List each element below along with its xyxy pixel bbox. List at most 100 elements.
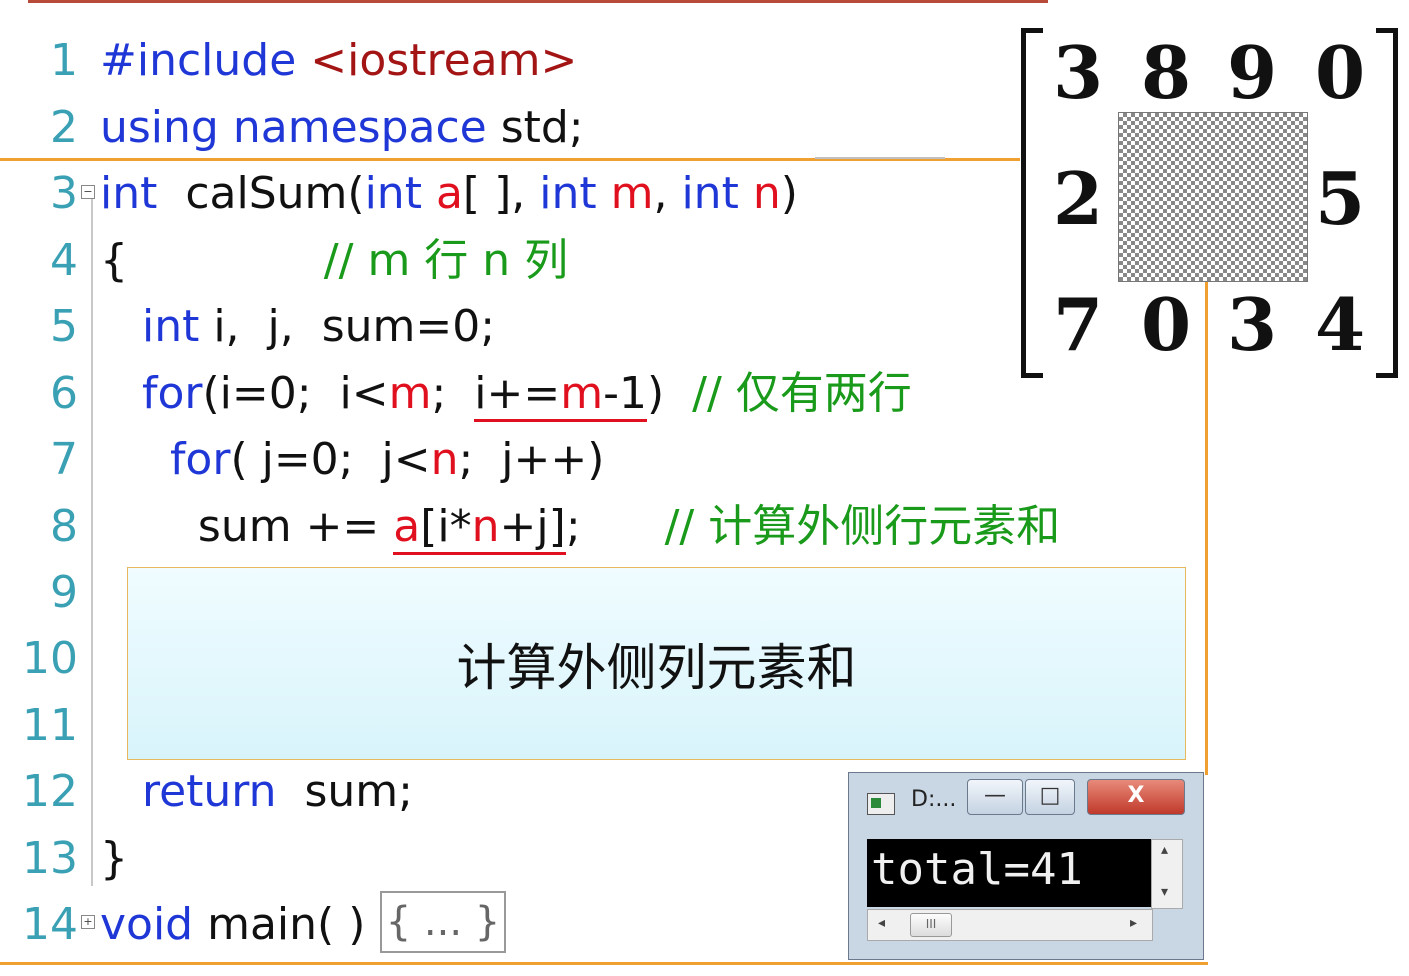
code-token: m — [610, 168, 654, 219]
close-button[interactable]: X — [1087, 779, 1185, 815]
scroll-right-icon[interactable]: ▸ — [1130, 915, 1137, 931]
minimize-button[interactable]: — — [967, 779, 1023, 815]
code-token: namespace — [232, 102, 487, 153]
function-frame-right-lower — [1205, 375, 1208, 775]
code-token: int — [141, 301, 200, 352]
code-text: } — [100, 826, 128, 892]
line-number: 12 — [22, 766, 78, 817]
code-token: n — [430, 434, 459, 485]
matrix-cell: 7 — [1052, 282, 1104, 367]
code-text: using namespace std; — [100, 95, 584, 161]
console-window[interactable]: D:... — □ X total=41 ▴ ▾ ◂ III ▸ — [848, 772, 1204, 960]
code-text: return sum; — [100, 759, 413, 825]
vertical-scrollbar[interactable]: ▴ ▾ — [1151, 839, 1183, 909]
matrix-cell: 5 — [1314, 156, 1366, 241]
code-token: ; — [565, 501, 665, 552]
scroll-thumb[interactable]: III — [910, 913, 952, 937]
code-token: , — [653, 168, 682, 219]
line-number: 1 — [50, 35, 78, 86]
code-token: calSum( — [157, 168, 365, 219]
console-titlebar[interactable]: D:... — □ X — [849, 773, 1203, 825]
code-token: (i=0; i< — [202, 368, 389, 419]
code-token: i+= — [474, 368, 561, 422]
fold-guide-line — [91, 196, 93, 886]
code-token: [ ], — [462, 168, 540, 219]
matrix-cell: 8 — [1140, 30, 1192, 115]
code-text: { // m 行 n 列 — [100, 228, 568, 294]
line-number: 10 — [22, 633, 78, 684]
code-token: m — [388, 368, 432, 419]
code-token: sum += — [100, 501, 394, 552]
code-token: using — [100, 102, 219, 153]
code-token: std; — [486, 102, 584, 153]
code-token: { — [100, 235, 128, 286]
matrix-cell: 0 — [1314, 30, 1366, 115]
code-text: int calSum(int a[ ], int m, int n) — [100, 161, 798, 227]
code-token: a — [393, 501, 421, 555]
function-frame-bottom — [0, 962, 1208, 965]
line-number: 11 — [22, 700, 78, 751]
line-number: 4 — [50, 235, 78, 286]
line-number: 13 — [22, 833, 78, 884]
code-token: ) — [780, 168, 798, 219]
line-number: 14 — [22, 899, 78, 950]
line-number: 3 — [50, 168, 78, 219]
code-token: main( ) — [193, 899, 366, 950]
code-token: // 计算外侧行元素和 — [664, 501, 1061, 552]
code-token: // m 行 n 列 — [128, 235, 569, 286]
code-token: int — [539, 168, 597, 219]
code-token: for — [169, 434, 231, 485]
scroll-left-icon[interactable]: ◂ — [878, 915, 885, 931]
matrix-cell: 3 — [1226, 282, 1278, 367]
line-number: 9 — [50, 567, 78, 618]
collapse-icon[interactable]: − — [81, 185, 95, 199]
code-token: } — [100, 833, 128, 884]
collapsed-function-body[interactable]: { ... } — [380, 891, 506, 953]
line-number: 6 — [50, 368, 78, 419]
console-app-icon — [867, 793, 895, 815]
scroll-up-icon[interactable]: ▴ — [1161, 842, 1168, 858]
code-token: ) — [647, 368, 693, 419]
scroll-down-icon[interactable]: ▾ — [1161, 884, 1168, 900]
console-output: total=41 — [867, 839, 1153, 907]
code-text: for(i=0; i<m; i+=m-1) // 仅有两行 — [100, 361, 912, 427]
maximize-button[interactable]: □ — [1025, 779, 1075, 815]
code-token: void — [100, 899, 194, 950]
code-token: // 仅有两行 — [692, 368, 912, 419]
expand-icon[interactable]: + — [81, 915, 95, 929]
matrix-cell: 2 — [1052, 156, 1104, 241]
code-token: <iostream> — [310, 35, 578, 86]
line-number: 5 — [50, 301, 78, 352]
horizontal-scrollbar[interactable]: ◂ III ▸ — [867, 909, 1153, 941]
matrix-figure: 3 8 9 0 2 5 7 0 3 4 — [1018, 25, 1398, 380]
code-text: void main( ) — [100, 892, 365, 958]
code-token: +j] — [499, 501, 566, 555]
matrix-hidden-region — [1118, 112, 1308, 282]
console-title: D:... — [911, 787, 957, 812]
code-token: a — [435, 168, 463, 219]
code-token: int — [681, 168, 739, 219]
code-token: for — [141, 368, 203, 419]
code-text: int i, j, sum=0; — [100, 294, 495, 360]
code-token: return — [141, 766, 277, 817]
code-text: sum += a[i*n+j]; // 计算外侧行元素和 — [100, 494, 1060, 560]
slide-top-rule — [28, 0, 1048, 3]
code-token: m — [560, 368, 604, 422]
code-token: #include — [100, 35, 297, 86]
code-token: [i* — [420, 501, 472, 555]
code-token: i, j, sum=0; — [199, 301, 496, 352]
code-token: ; j++) — [458, 434, 605, 485]
matrix-cell: 9 — [1226, 30, 1278, 115]
matrix-cell: 4 — [1314, 282, 1366, 367]
code-token: ; — [431, 368, 475, 419]
code-token: int — [100, 168, 158, 219]
code-text: #include <iostream> — [100, 28, 577, 94]
line-number: 7 — [50, 434, 78, 485]
